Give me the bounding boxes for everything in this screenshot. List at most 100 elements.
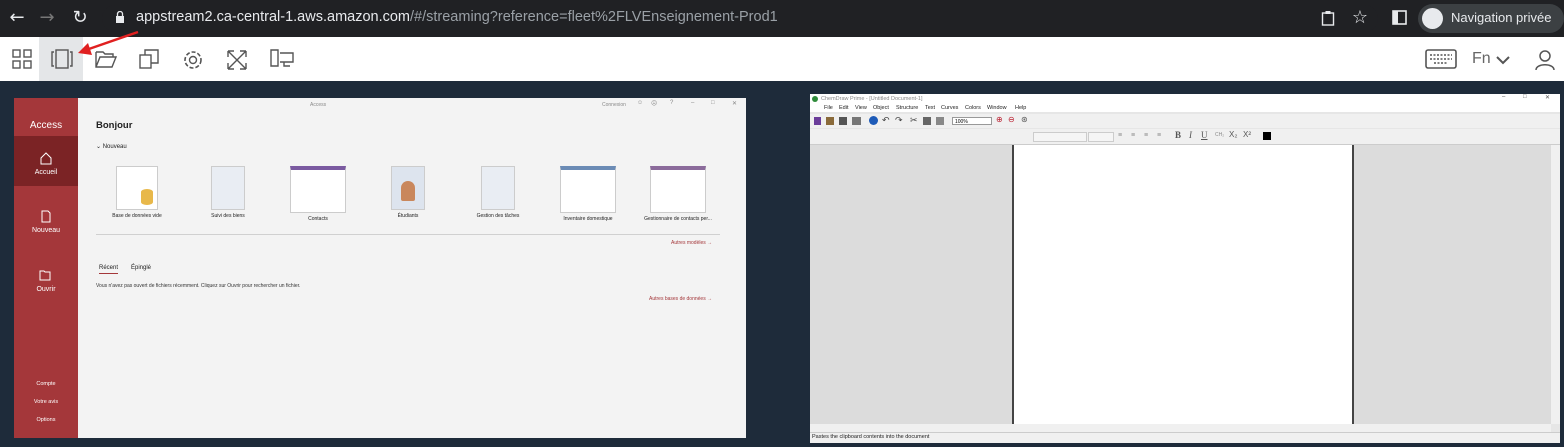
minimize-icon[interactable]: – [691,100,694,106]
document-page[interactable] [1012,145,1354,424]
keyboard-button[interactable] [1418,37,1464,81]
vertical-scrollbar[interactable] [1551,145,1560,424]
paste-icon[interactable] [936,117,944,125]
chemdraw-window: ChemDraw Prime - [Untitled Document-1] –… [810,94,1560,443]
user-icon [1535,50,1555,71]
template-home-inventory[interactable]: Inventaire domestique [553,166,623,222]
url-text[interactable]: appstream2.ca-central-1.aws.amazon.com/#… [136,9,778,25]
italic-icon[interactable]: I [1189,130,1192,140]
close-icon[interactable]: ✕ [732,100,737,107]
new-document-icon[interactable] [814,117,821,125]
superscript-icon[interactable]: X² [1243,130,1251,139]
copy-icon[interactable] [923,117,931,125]
template-blank-db[interactable]: Base de données vide [102,166,172,219]
maximize-icon[interactable]: □ [1523,94,1527,100]
subscript-icon[interactable]: X₂ [1229,130,1237,139]
template-thumbnail [560,166,616,213]
template-thumbnail [211,166,245,210]
help-icon[interactable] [869,116,878,125]
user-profile-button[interactable] [1526,37,1564,81]
nav-item-open[interactable]: Ouvrir [14,269,78,293]
tab-pinned[interactable]: Épinglé [131,265,151,271]
zoom-select[interactable]: 100% [952,117,992,125]
template-thumbnail [290,166,346,213]
align-center-icon[interactable]: ≡ [1131,132,1135,139]
nav-item-home[interactable]: Accueil [14,152,78,176]
undo-icon[interactable]: ↶ [882,115,890,126]
align-right-icon[interactable]: ≡ [1144,132,1148,139]
menu-help[interactable]: Help [1015,105,1026,111]
back-arrow-icon[interactable]: ← [7,8,27,28]
forward-arrow-icon[interactable]: → [37,8,57,28]
settings-button[interactable] [170,37,214,81]
menu-structure[interactable]: Structure [896,105,918,111]
fn-key-label[interactable]: Fn [1472,50,1491,68]
section-new-heading[interactable]: ⌄ Nouveau [96,143,127,150]
template-label: Étudiants [397,213,419,219]
template-students[interactable]: Étudiants [373,166,443,219]
nav-item-new[interactable]: Nouveau [14,210,78,234]
close-icon[interactable]: ✕ [1545,94,1550,101]
cut-icon[interactable]: ✂ [910,115,918,126]
access-brand: Access [29,120,63,131]
menu-colors[interactable]: Colors [965,105,981,111]
incognito-icon [1422,8,1443,29]
more-databases-link[interactable]: Autres bases de données → [649,296,712,302]
formula-icon[interactable]: CH₂ [1215,132,1224,138]
align-left-icon[interactable]: ≡ [1118,132,1122,139]
reload-icon[interactable]: ↻ [70,8,90,28]
chevron-down-icon[interactable] [1495,55,1511,65]
menu-window[interactable]: Window [987,105,1007,111]
underline-icon[interactable]: U [1201,130,1208,140]
help-icon[interactable]: ? [670,100,673,106]
bookmark-star-icon[interactable]: ☆ [1350,8,1370,28]
template-asset-tracking[interactable]: Suivi des biens [193,166,263,219]
nav-account[interactable]: Compte [14,381,78,387]
more-templates-link[interactable]: Autres modèles → [671,240,712,246]
center-icon[interactable]: ⊛ [1021,115,1028,124]
print-icon[interactable] [852,117,861,125]
tab-recent[interactable]: Récent [99,265,119,274]
menu-view[interactable]: View [855,105,867,111]
horizontal-scrollbar[interactable] [810,424,1551,432]
open-icon[interactable] [826,117,834,125]
maximize-icon[interactable]: □ [711,100,715,106]
more-databases-label: Autres bases de données [649,296,706,302]
chemdraw-logo-icon [812,96,818,102]
url-host: appstream2.ca-central-1.aws.amazon.com [136,9,411,25]
color-swatch-icon[interactable] [1263,132,1271,140]
redo-icon[interactable]: ↷ [895,115,903,126]
fullscreen-button[interactable] [214,37,258,81]
font-size-select[interactable] [1088,132,1114,142]
zoom-in-icon[interactable]: ⊕ [996,115,1003,124]
applications-button[interactable] [0,37,44,81]
menu-file[interactable]: File [824,105,833,111]
menu-curves[interactable]: Curves [941,105,958,111]
zoom-out-icon[interactable]: ⊖ [1008,115,1015,124]
switch-desktop-button[interactable] [258,37,302,81]
nav-options[interactable]: Options [14,417,78,423]
keyboard-icon [1425,49,1457,69]
template-personal-contacts[interactable]: Gestionnaire de contacts per... [643,166,713,222]
menu-text[interactable]: Text [925,105,935,111]
template-contacts[interactable]: Contacts [283,166,353,222]
minimize-icon[interactable]: – [1502,94,1505,100]
menu-object[interactable]: Object [873,105,889,111]
clipboard-icon[interactable] [1321,10,1335,26]
connexion-link[interactable]: Connexion [602,102,626,108]
template-thumbnail [650,166,706,213]
incognito-badge[interactable]: Navigation privée [1418,4,1564,33]
section-divider [96,234,720,235]
bold-icon[interactable]: B [1175,130,1181,140]
menu-edit[interactable]: Edit [839,105,848,111]
justify-icon[interactable]: ≡ [1157,132,1161,139]
frown-icon[interactable]: ☹ [651,100,657,107]
font-family-select[interactable] [1033,132,1087,142]
side-panel-icon[interactable] [1392,10,1407,25]
template-thumbnail [391,166,425,210]
section-new-label: Nouveau [102,144,127,150]
smiley-icon[interactable]: ☺ [637,100,643,106]
save-icon[interactable] [839,117,847,125]
nav-feedback[interactable]: Votre avis [14,399,78,405]
template-task-management[interactable]: Gestion des tâches [463,166,533,219]
